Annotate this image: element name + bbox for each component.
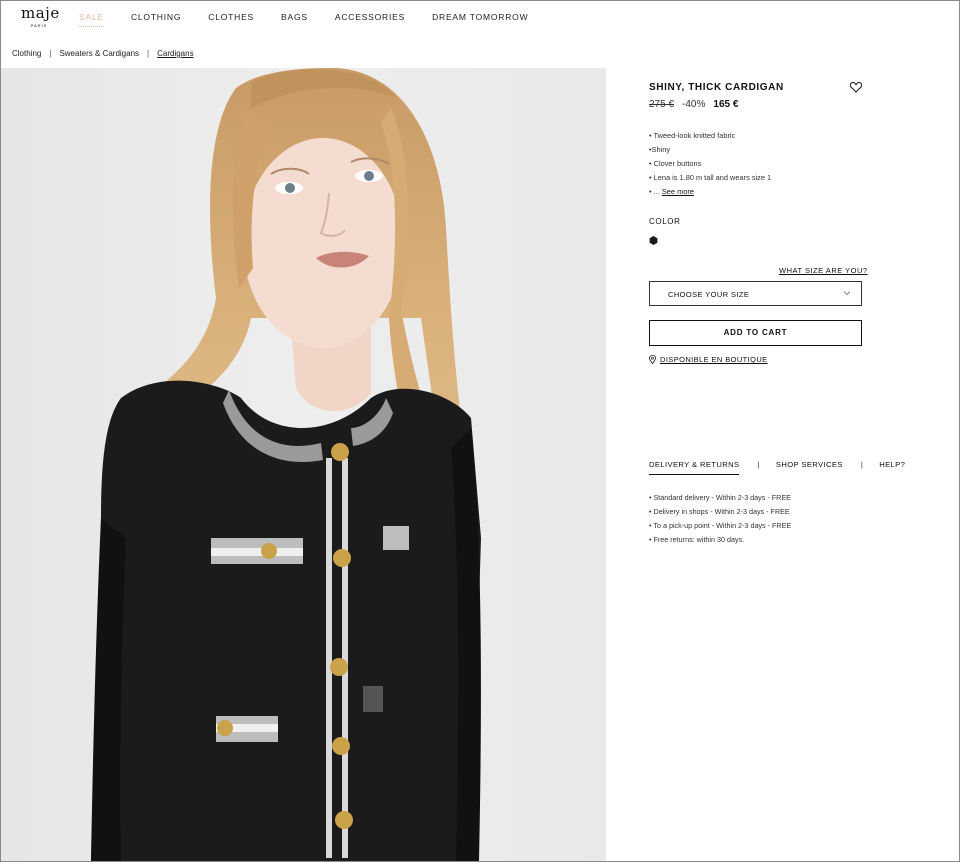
breadcrumb-sweaters-cardigans[interactable]: Sweaters & Cardigans — [59, 49, 139, 58]
feature-item-more: • ... See more — [649, 187, 771, 201]
nav-item-bags[interactable]: BAGS — [281, 12, 308, 22]
feature-item: • Tweed-look knitted fabric — [649, 131, 736, 140]
brand-logo[interactable]: maje PARIS — [21, 6, 61, 30]
product-title: SHINY, THICK CARDIGAN — [649, 82, 784, 93]
wishlist-heart-icon[interactable] — [849, 80, 863, 93]
product-image[interactable] — [1, 68, 606, 861]
info-tabs: DELIVERY & RETURNS | SHOP SERVICES | HEL… — [649, 460, 905, 475]
feature-ellipsis: • ... — [649, 187, 662, 196]
nav-item-clothes[interactable]: CLOTHES — [208, 12, 254, 22]
see-more-link[interactable]: See more — [662, 187, 694, 196]
location-pin-icon — [649, 355, 656, 364]
discount-badge: -40% — [682, 99, 706, 110]
model-photo-illustration — [1, 68, 606, 861]
original-price: 275 € — [649, 99, 675, 110]
logo-wordmark: maje — [21, 4, 60, 22]
delivery-line: • Free returns: within 30 days. — [649, 535, 745, 544]
add-to-cart-button[interactable]: ADD TO CART — [649, 320, 862, 346]
chevron-down-icon — [843, 291, 851, 296]
tab-help[interactable]: HELP? — [879, 460, 905, 474]
breadcrumb: Clothing | Sweaters & Cardigans | Cardig… — [12, 49, 194, 58]
main-nav: SALE CLOTHING CLOTHES BAGS ACCESSORIES D… — [79, 12, 528, 27]
feature-item: • Clover buttons — [649, 159, 702, 168]
tab-delivery-returns[interactable]: DELIVERY & RETURNS — [649, 460, 740, 475]
store-availability-link[interactable]: DISPONIBLE EN BOUTIQUE — [649, 355, 768, 364]
sale-price: 165 € — [713, 99, 739, 110]
delivery-line: • To a pick-up point - Within 2-3 days -… — [649, 521, 792, 530]
color-swatch-black[interactable] — [649, 232, 658, 245]
boutique-label: DISPONIBLE EN BOUTIQUE — [660, 355, 768, 364]
tab-separator: | — [757, 460, 760, 469]
delivery-line: • Standard delivery - Within 2-3 days - … — [649, 493, 791, 502]
size-guide-link[interactable]: WHAT SIZE ARE YOU? — [779, 266, 868, 275]
product-features: • Tweed-look knitted fabric •Shiny • Clo… — [649, 131, 771, 201]
size-select[interactable]: CHOOSE YOUR SIZE — [649, 281, 862, 306]
nav-item-accessories[interactable]: ACCESSORIES — [335, 12, 405, 22]
price-row: 275 € -40% 165 € — [649, 99, 738, 110]
feature-item: • Lena is 1.80 m tall and wears size 1 — [649, 173, 772, 182]
size-select-placeholder: CHOOSE YOUR SIZE — [668, 290, 750, 299]
breadcrumb-cardigans[interactable]: Cardigans — [157, 49, 193, 58]
delivery-line: • Delivery in shops - Within 2-3 days - … — [649, 507, 790, 516]
feature-item: •Shiny — [649, 145, 671, 154]
nav-item-dream-tomorrow[interactable]: DREAM TOMORROW — [432, 12, 528, 22]
tab-separator: | — [860, 460, 864, 469]
breadcrumb-separator: | — [147, 49, 150, 58]
breadcrumb-separator: | — [49, 49, 52, 58]
color-label: COLOR — [649, 217, 681, 226]
breadcrumb-clothing[interactable]: Clothing — [12, 49, 41, 58]
site-header: maje PARIS SALE CLOTHING CLOTHES BAGS AC… — [0, 0, 960, 36]
logo-subtitle: PARIS — [30, 23, 48, 28]
tab-shop-services[interactable]: SHOP SERVICES — [776, 460, 843, 474]
delivery-info-list: • Standard delivery - Within 2-3 days - … — [649, 493, 791, 549]
nav-item-clothing[interactable]: CLOTHING — [131, 12, 181, 22]
nav-item-sale[interactable]: SALE — [79, 12, 104, 27]
